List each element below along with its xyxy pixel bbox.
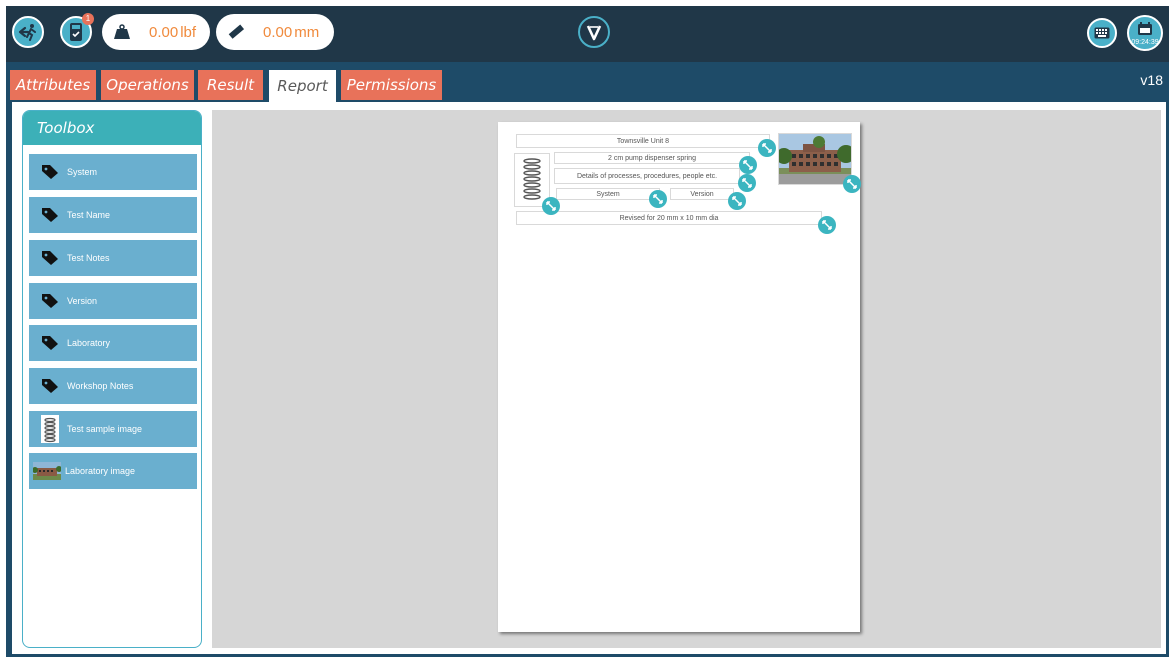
tag-icon [37,288,63,314]
report-field-text: System [596,190,620,198]
tag-icon [37,330,63,356]
report-page[interactable]: Townsville Unit 8 2 cm pump dispenser sp… [498,122,861,632]
tag-icon [37,202,63,228]
report-field-system[interactable]: System [556,188,660,200]
version-label: v18 [1140,72,1163,88]
report-field-test-name[interactable]: 2 cm pump dispenser spring [554,152,750,164]
toolbox-panel: Toolbox System Test Name Test Notes Vers… [22,110,202,648]
resize-handle[interactable] [542,197,560,215]
toolbox-item-test-name[interactable]: Test Name [29,197,197,233]
resize-handle[interactable] [818,216,836,234]
device-check-icon [70,23,82,41]
content-panel: Toolbox System Test Name Test Notes Vers… [12,102,1166,654]
report-field-text: Details of processes, procedures, people… [576,172,718,180]
tab-result[interactable]: Result [198,70,263,100]
toolbox-item-label: Version [67,296,98,306]
top-bar: 1 0.00 lbf 0.00 mm 09:24:39 [6,6,1169,62]
report-field-text: Version [690,190,714,198]
tab-report[interactable]: Report [269,70,336,102]
toolbox-item-label: Test Name [67,210,111,220]
resize-handle[interactable] [738,174,756,192]
report-field-workshop-notes[interactable]: Revised for 20 mm x 10 mm dia [516,211,822,225]
tag-icon [37,159,63,185]
calendar-clock-button[interactable]: 09:24:39 [1127,15,1163,51]
toolbox-item-label: Laboratory image [65,466,136,476]
resize-handle[interactable] [728,192,746,210]
toolbox-item-laboratory[interactable]: Laboratory [29,325,197,361]
resize-handle[interactable] [739,156,757,174]
resize-handle[interactable] [758,139,776,157]
app-window: 1 0.00 lbf 0.00 mm 09:24:39 Attributes O… [6,6,1169,657]
keyboard-icon [1094,27,1110,39]
notification-badge: 1 [82,13,94,25]
toolbox-item-label: Test sample image [67,424,143,434]
report-field-text: Revised for 20 mm x 10 mm dia [619,214,719,222]
report-field-text: 2 cm pump dispenser spring [608,154,696,162]
clock-time: 09:24:39 [1131,39,1159,46]
report-field-text: Townsville Unit 8 [616,137,670,145]
resize-arrows-icon [743,160,753,170]
toolbox-item-laboratory-image[interactable]: Laboratory image [29,453,197,489]
force-readout: 0.00 lbf [102,14,210,50]
tab-permissions[interactable]: Permissions [341,70,442,100]
toolbox-item-system[interactable]: System [29,154,197,190]
resize-arrows-icon [653,194,663,204]
toolbox-item-version[interactable]: Version [29,283,197,319]
tag-icon [37,245,63,271]
tag-icon [37,373,63,399]
toolbox-item-label: Laboratory [67,338,111,348]
ruler-icon [219,15,253,49]
force-unit: lbf [180,23,197,41]
tab-attributes[interactable]: Attributes [10,70,96,100]
resize-handle[interactable] [843,175,861,193]
toolbox-item-label: System [67,167,98,177]
resize-handle[interactable] [649,190,667,208]
tab-operations[interactable]: Operations [101,70,194,100]
resize-arrows-icon [742,178,752,188]
building-image-icon [33,458,61,484]
distance-unit: mm [294,23,320,41]
calendar-icon [1138,22,1152,35]
toolbox-title: Toolbox [23,111,201,145]
tab-bar: Attributes Operations Result Report Perm… [6,62,1169,102]
report-laboratory-image[interactable] [778,133,852,185]
toolbox-item-test-sample-image[interactable]: Test sample image [29,411,197,447]
toolbox-item-test-notes[interactable]: Test Notes [29,240,197,276]
resize-arrows-icon [762,143,772,153]
exit-running-icon [18,24,36,41]
building-photo-icon [779,134,851,184]
report-canvas[interactable]: Townsville Unit 8 2 cm pump dispenser sp… [212,110,1161,648]
distance-readout: 0.00 mm [216,14,334,50]
resize-arrows-icon [546,201,556,211]
report-field-laboratory[interactable]: Townsville Unit 8 [516,134,770,148]
spring-image-icon [37,415,63,443]
logo-v-icon [586,25,602,41]
toolbox-item-workshop-notes[interactable]: Workshop Notes [29,368,197,404]
resize-arrows-icon [732,196,742,206]
exit-button[interactable] [12,16,44,48]
force-value: 0.00 [149,23,179,41]
tasks-button[interactable]: 1 [60,13,94,48]
keyboard-button[interactable] [1087,18,1117,48]
toolbox-item-label: Workshop Notes [67,381,134,391]
weight-icon [105,15,139,49]
distance-value: 0.00 [263,23,293,41]
report-field-version[interactable]: Version [670,188,734,200]
resize-arrows-icon [847,179,857,189]
resize-arrows-icon [822,220,832,230]
logo-button[interactable] [578,16,610,48]
report-field-test-notes[interactable]: Details of processes, procedures, people… [554,168,740,184]
spring-image-icon [523,158,541,200]
toolbox-item-label: Test Notes [67,253,110,263]
